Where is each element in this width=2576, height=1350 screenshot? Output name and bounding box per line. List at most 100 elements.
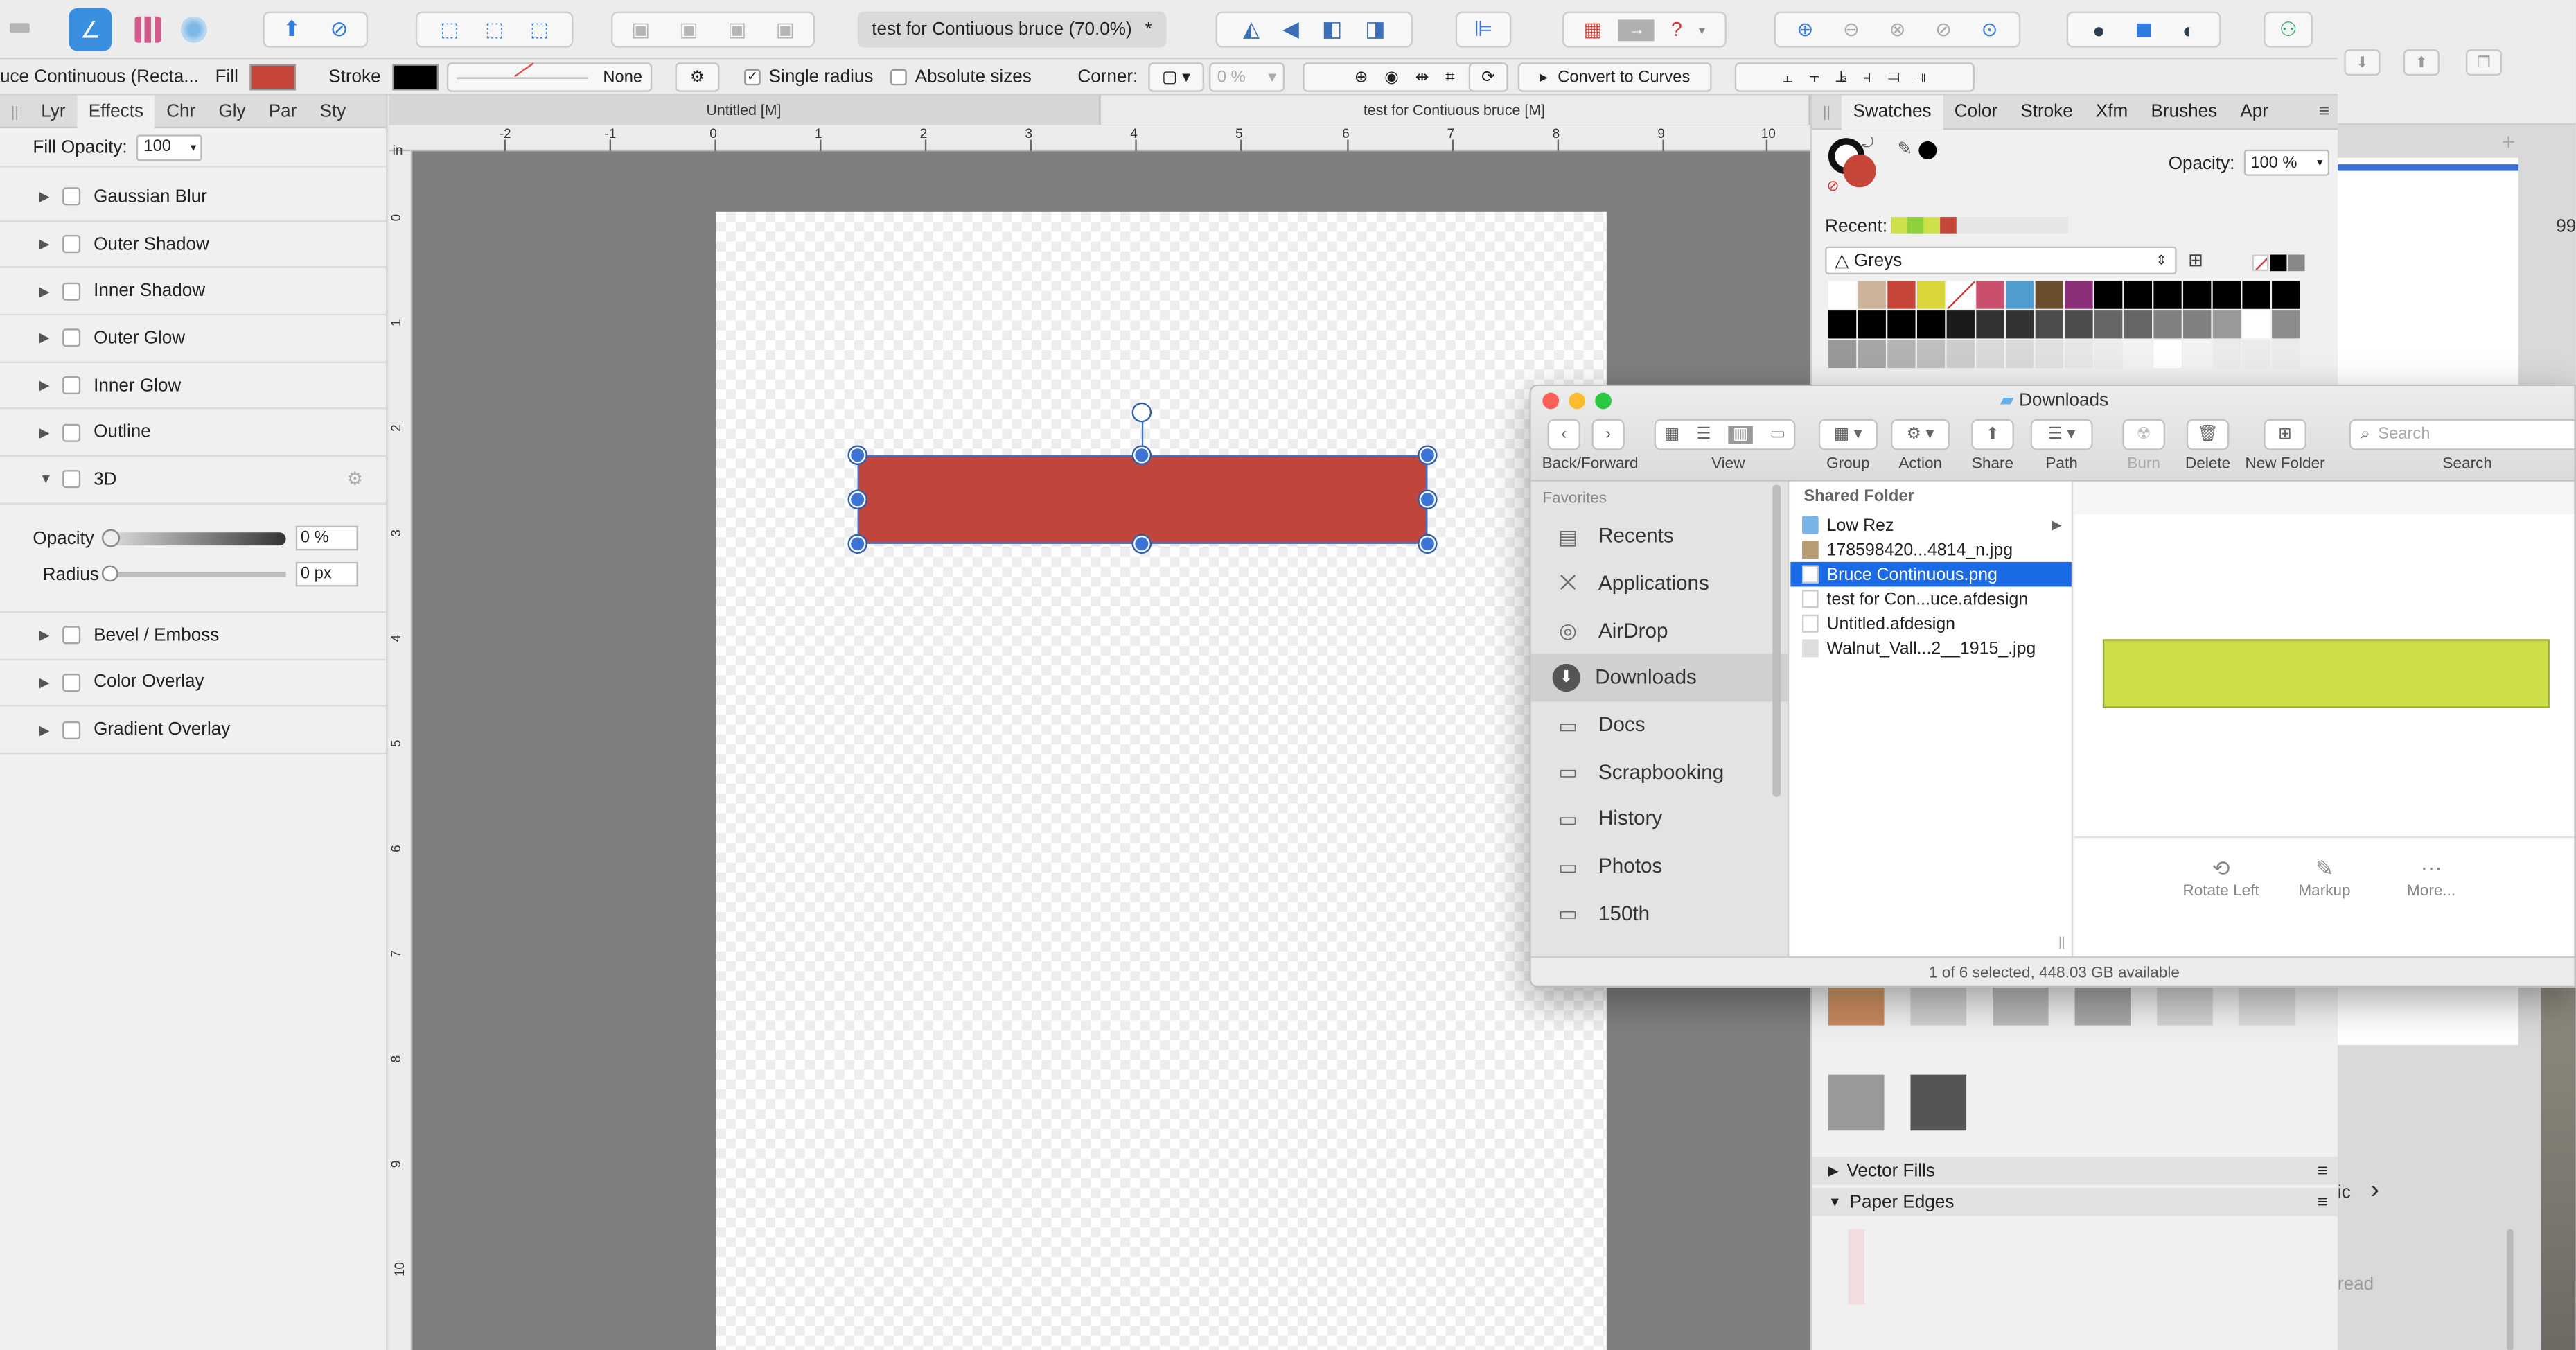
xor-icon[interactable]: ⊘ — [1935, 18, 1952, 41]
palette-options-icon[interactable]: ⊞ — [2188, 249, 2203, 271]
swatch[interactable] — [2212, 340, 2241, 369]
swatch[interactable] — [1946, 281, 1975, 309]
swatch[interactable] — [1976, 310, 2004, 339]
layers-icon[interactable]: ◼ — [2135, 17, 2153, 43]
arrange-back-icon[interactable]: ▣ — [631, 18, 650, 41]
effect-gaussian-blur[interactable]: ▶ Gaussian Blur — [0, 174, 387, 222]
fill-well[interactable] — [1843, 154, 1876, 188]
effect-outer-glow[interactable]: ▶ Outer Glow — [0, 315, 387, 363]
swatch[interactable] — [1916, 340, 1946, 369]
panel-menu-icon[interactable]: ≡ — [2319, 102, 2329, 121]
sidebar-item-photos[interactable]: ▭ Photos — [1531, 843, 1788, 890]
swatch[interactable] — [2124, 281, 2153, 309]
align-right-icon[interactable]: ⫣ — [1916, 68, 1926, 86]
corner-value-field[interactable]: 0 % ▾ — [1209, 62, 1285, 92]
disclosure-icon[interactable]: ▶ — [39, 284, 56, 299]
add-icon[interactable]: ⊕ — [1797, 18, 1814, 41]
recent-swatch[interactable] — [1923, 216, 1941, 234]
palette-dropdown[interactable]: △ Greys ⇕ — [1825, 246, 2177, 274]
icon-view-icon[interactable]: ▦ — [1664, 426, 1679, 444]
arrange-backward-icon[interactable]: ▣ — [680, 18, 698, 41]
swatch[interactable] — [2065, 281, 2093, 309]
swatch[interactable] — [2035, 281, 2063, 309]
swatch[interactable] — [2272, 281, 2300, 309]
new-folder-button[interactable]: ⊞ — [2264, 419, 2306, 450]
sidebar-item-docs[interactable]: ▭ Docs — [1531, 701, 1788, 748]
mask-icon[interactable]: ◐ — [2182, 17, 2196, 42]
file-row[interactable]: test for Con...uce.afdesign — [1790, 586, 2071, 611]
divide-icon[interactable]: ⊙ — [1982, 18, 1998, 41]
paper-edge-thumbnail[interactable] — [1848, 1229, 1865, 1305]
panel-grip-icon[interactable]: || — [1812, 103, 1842, 120]
sidebar-item-downloads[interactable]: ⬇ Downloads — [1530, 654, 1788, 701]
texture-thumbnail[interactable] — [1828, 1074, 1885, 1131]
resize-handle[interactable] — [849, 535, 866, 552]
effect-bevel-emboss[interactable]: ▶ Bevel / Emboss — [0, 613, 387, 660]
sidebar-item-history[interactable]: ▭ History — [1531, 796, 1788, 843]
gear-button[interactable]: ⚙ — [675, 62, 720, 92]
disclosure-open-icon[interactable]: ▼ — [39, 473, 56, 487]
swatch[interactable] — [1887, 310, 1916, 339]
resize-handle[interactable] — [1419, 446, 1436, 464]
align-top-icon[interactable]: ⫠ — [1783, 68, 1792, 86]
effect-inner-glow[interactable]: ▶ Inner Glow — [0, 362, 387, 410]
disclosure-icon[interactable]: ▶ — [39, 722, 56, 737]
swatch[interactable] — [1858, 281, 1886, 309]
selected-rectangle[interactable] — [857, 455, 1428, 544]
align-left-icon[interactable]: ⫞ — [1863, 68, 1871, 86]
path-button[interactable]: ☰ ▾ — [2030, 419, 2093, 450]
section-menu-icon[interactable]: ≡ — [2317, 1161, 2327, 1180]
checkbox-icon[interactable] — [62, 329, 81, 348]
share-icon[interactable]: ⬆ — [283, 17, 301, 43]
flip-icon[interactable]: ⇹ — [1415, 68, 1429, 86]
snapping-icon[interactable]: ▦ — [1584, 18, 1603, 41]
texture-thumbnail[interactable] — [1828, 985, 1885, 1026]
tab-untitled[interactable]: Untitled [M] — [389, 95, 1100, 125]
section-vector-fills[interactable]: ▶ Vector Fills ≡ — [1812, 1157, 2338, 1185]
resize-handle[interactable] — [1419, 491, 1436, 508]
resize-handle[interactable] — [849, 491, 866, 508]
panel-grip-icon[interactable]: || — [0, 103, 30, 119]
sidebar-item-recents[interactable]: ▤ Recents — [1531, 513, 1788, 560]
swatch[interactable] — [2272, 310, 2300, 339]
radius-slider[interactable] — [102, 566, 286, 583]
checkbox-icon[interactable] — [62, 626, 81, 645]
tab-stroke[interactable]: Stroke — [2009, 94, 2085, 129]
texture-thumbnail[interactable] — [2239, 985, 2295, 1026]
speech-icon[interactable]: ● — [2092, 17, 2106, 42]
swatch[interactable] — [2124, 340, 2153, 369]
disclosure-icon[interactable]: ▶ — [39, 189, 56, 204]
rotate-left-icon[interactable]: ◧ — [1322, 17, 1342, 43]
fill-stroke-well[interactable]: ⤾ ⊘ — [1827, 134, 1878, 194]
swatch[interactable] — [2212, 281, 2241, 309]
stroke-style-dropdown[interactable]: None — [446, 62, 653, 92]
swatch[interactable] — [2094, 310, 2123, 339]
eye-icon[interactable]: ◉ — [1384, 68, 1399, 86]
fill-swatch[interactable] — [249, 64, 296, 91]
opacity-field[interactable]: 100 % ▾ — [2243, 149, 2330, 176]
effect-color-overlay[interactable]: ▶ Color Overlay — [0, 660, 387, 707]
delete-button[interactable]: 🗑 — [2186, 419, 2230, 450]
list-view-icon[interactable]: ☰ — [1697, 426, 1711, 444]
scrollbar[interactable] — [2507, 1229, 2514, 1350]
effect-outline[interactable]: ▶ Outline — [0, 410, 387, 457]
disclosure-open-icon[interactable]: ▼ — [1828, 1195, 1842, 1209]
swatch[interactable] — [2005, 281, 2034, 309]
opacity-slider[interactable] — [102, 529, 286, 547]
disclosure-icon[interactable]: ▶ — [39, 331, 56, 346]
resize-handle[interactable] — [1419, 535, 1436, 552]
swatch[interactable] — [1976, 281, 2004, 309]
artboard[interactable] — [716, 211, 1607, 1350]
fill-opacity-field[interactable]: 100 ▾ — [136, 134, 203, 161]
checkbox-icon[interactable] — [62, 282, 81, 301]
checkbox-icon[interactable] — [62, 673, 81, 692]
persona-designer-icon[interactable]: ∠ — [69, 8, 112, 51]
align-bottom-icon[interactable]: ⫡ — [1835, 68, 1846, 86]
tab-swatches[interactable]: Swatches — [1841, 94, 1943, 130]
disclosure-icon[interactable]: ▶ — [1828, 1164, 1839, 1178]
file-row[interactable]: 178598420...4814_n.jpg — [1790, 537, 2071, 562]
tab-character[interactable]: Chr — [155, 94, 207, 127]
swap-icon[interactable]: ⤾ — [1861, 134, 1873, 152]
swatch[interactable] — [1887, 281, 1916, 309]
swatch[interactable] — [2094, 281, 2123, 309]
